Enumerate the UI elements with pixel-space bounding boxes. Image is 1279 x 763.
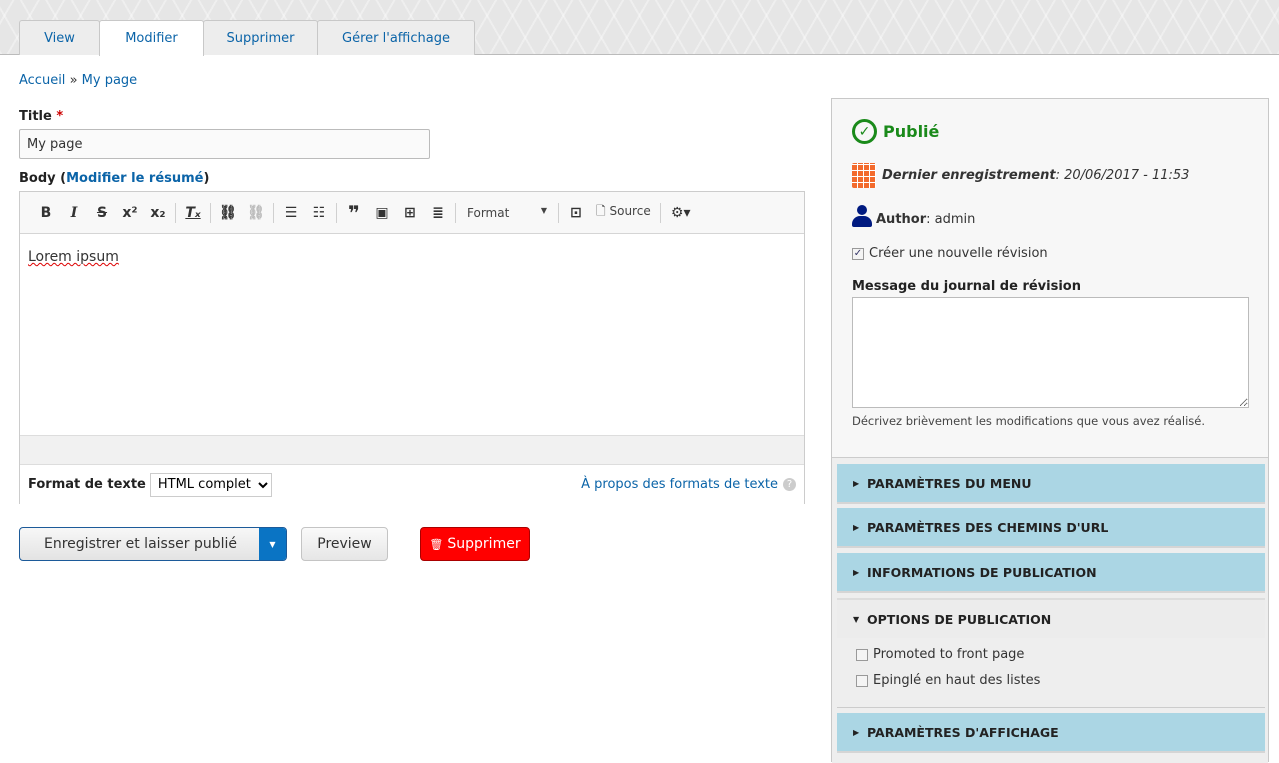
title-label: Title * <box>19 109 64 124</box>
editor-path-bar <box>20 435 804 465</box>
save-button[interactable]: Enregistrer et laisser publié <box>20 536 261 552</box>
new-revision-checkbox[interactable]: ✓ <box>852 247 864 260</box>
triangle-right-icon: ▶ <box>853 567 860 577</box>
option-sticky: Epinglé en haut des listes <box>856 673 1040 688</box>
horizontal-rule-icon[interactable]: ≣ <box>424 201 452 225</box>
rich-text-editor: B I S x² x₂ Tₓ ⛓ ⛓ ☰ ☷ ❞ ▣ ⊞ ≣ Format ▼ ⊡… <box>19 191 805 504</box>
triangle-down-icon: ▼ <box>853 614 860 624</box>
format-dropdown[interactable]: Format ▼ <box>459 206 555 220</box>
breadcrumb: Accueil » My page <box>19 73 137 88</box>
section-menu-settings[interactable]: ▶ PARAMÈTRES DU MENU <box>837 464 1265 504</box>
editor-content[interactable]: Lorem ipsum <box>20 234 804 435</box>
revision-log-label: Message du journal de révision <box>852 279 1081 294</box>
tabs-bar: View Modifier Supprimer Gérer l'affichag… <box>0 0 1279 56</box>
breadcrumb-separator: » <box>69 73 78 88</box>
tab-view[interactable]: View <box>19 20 100 55</box>
text-format-select[interactable]: HTML complet <box>149 472 272 497</box>
section-publication-info[interactable]: ▶ INFORMATIONS DE PUBLICATION <box>837 553 1265 593</box>
edit-summary-link[interactable]: Modifier le résumé <box>66 171 203 186</box>
revision-log-help: Décrivez brièvement les modifications qu… <box>852 414 1206 428</box>
blockquote-icon[interactable]: ❞ <box>340 201 368 225</box>
breadcrumb-current[interactable]: My page <box>82 73 138 88</box>
table-icon[interactable]: ⊞ <box>396 201 424 225</box>
title-input[interactable] <box>19 129 430 159</box>
calendar-icon <box>852 163 876 188</box>
triangle-right-icon: ▶ <box>853 727 860 737</box>
save-button-group: Enregistrer et laisser publié ▼ <box>19 527 287 561</box>
superscript-icon[interactable]: x² <box>116 201 144 225</box>
source-icon: 🗋 <box>596 204 606 218</box>
link-icon[interactable]: ⛓ <box>214 201 242 225</box>
sidebar: ✓ Publié Dernier enregistrement: 20/06/2… <box>831 98 1269 763</box>
save-dropdown-toggle[interactable]: ▼ <box>259 528 286 560</box>
subscript-icon[interactable]: x₂ <box>144 201 172 225</box>
tab-modifier[interactable]: Modifier <box>99 20 204 56</box>
user-icon <box>852 205 872 227</box>
triangle-right-icon: ▶ <box>853 522 860 532</box>
preview-button[interactable]: Preview <box>301 527 388 561</box>
sticky-checkbox[interactable] <box>856 674 868 687</box>
unlink-icon[interactable]: ⛓ <box>242 201 270 225</box>
triangle-right-icon: ▶ <box>853 478 860 488</box>
section-publication-options[interactable]: ▼ OPTIONS DE PUBLICATION <box>837 598 1265 638</box>
author: Author: admin <box>852 205 975 227</box>
required-mark: * <box>56 109 64 124</box>
tab-supprimer[interactable]: Supprimer <box>203 20 318 55</box>
image-icon[interactable]: ▣ <box>368 201 396 225</box>
source-button[interactable]: 🗋 Source <box>590 202 657 223</box>
trash-icon: 🗑 <box>429 537 444 551</box>
help-icon[interactable]: ? <box>783 478 796 491</box>
promoted-checkbox[interactable] <box>856 648 868 661</box>
text-format-row: Format de texte HTML complet À propos de… <box>20 465 804 504</box>
status: ✓ Publié <box>852 119 939 144</box>
breadcrumb-home[interactable]: Accueil <box>19 73 65 88</box>
last-saved: Dernier enregistrement: 20/06/2017 - 11:… <box>852 163 1189 188</box>
about-text-formats-link[interactable]: À propos des formats de texte <box>581 477 778 492</box>
numbered-list-icon[interactable]: ☷ <box>305 201 333 225</box>
italic-icon[interactable]: I <box>60 201 88 225</box>
show-blocks-icon[interactable]: ⊡ <box>562 201 590 225</box>
tab-gerer-affichage[interactable]: Gérer l'affichage <box>317 20 475 55</box>
new-revision-option: ✓ Créer une nouvelle révision <box>852 246 1048 261</box>
strikethrough-icon[interactable]: S <box>88 201 116 225</box>
section-url-settings[interactable]: ▶ PARAMÈTRES DES CHEMINS D'URL <box>837 508 1265 548</box>
revision-log-textarea[interactable] <box>852 297 1249 408</box>
bold-icon[interactable]: B <box>32 201 60 225</box>
option-promoted: Promoted to front page <box>856 647 1024 662</box>
delete-button[interactable]: 🗑 Supprimer <box>420 527 530 561</box>
settings-gear-icon[interactable]: ⚙▾ <box>664 201 698 225</box>
remove-format-icon[interactable]: Tₓ <box>179 201 207 225</box>
section-display-settings[interactable]: ▶ PARAMÈTRES D'AFFICHAGE <box>837 713 1265 753</box>
editor-toolbar: B I S x² x₂ Tₓ ⛓ ⛓ ☰ ☷ ❞ ▣ ⊞ ≣ Format ▼ ⊡… <box>20 192 804 234</box>
check-circle-icon: ✓ <box>852 119 877 144</box>
body-label: Body (Modifier le résumé) <box>19 171 210 186</box>
bulleted-list-icon[interactable]: ☰ <box>277 201 305 225</box>
text-format-label: Format de texte <box>28 477 146 492</box>
